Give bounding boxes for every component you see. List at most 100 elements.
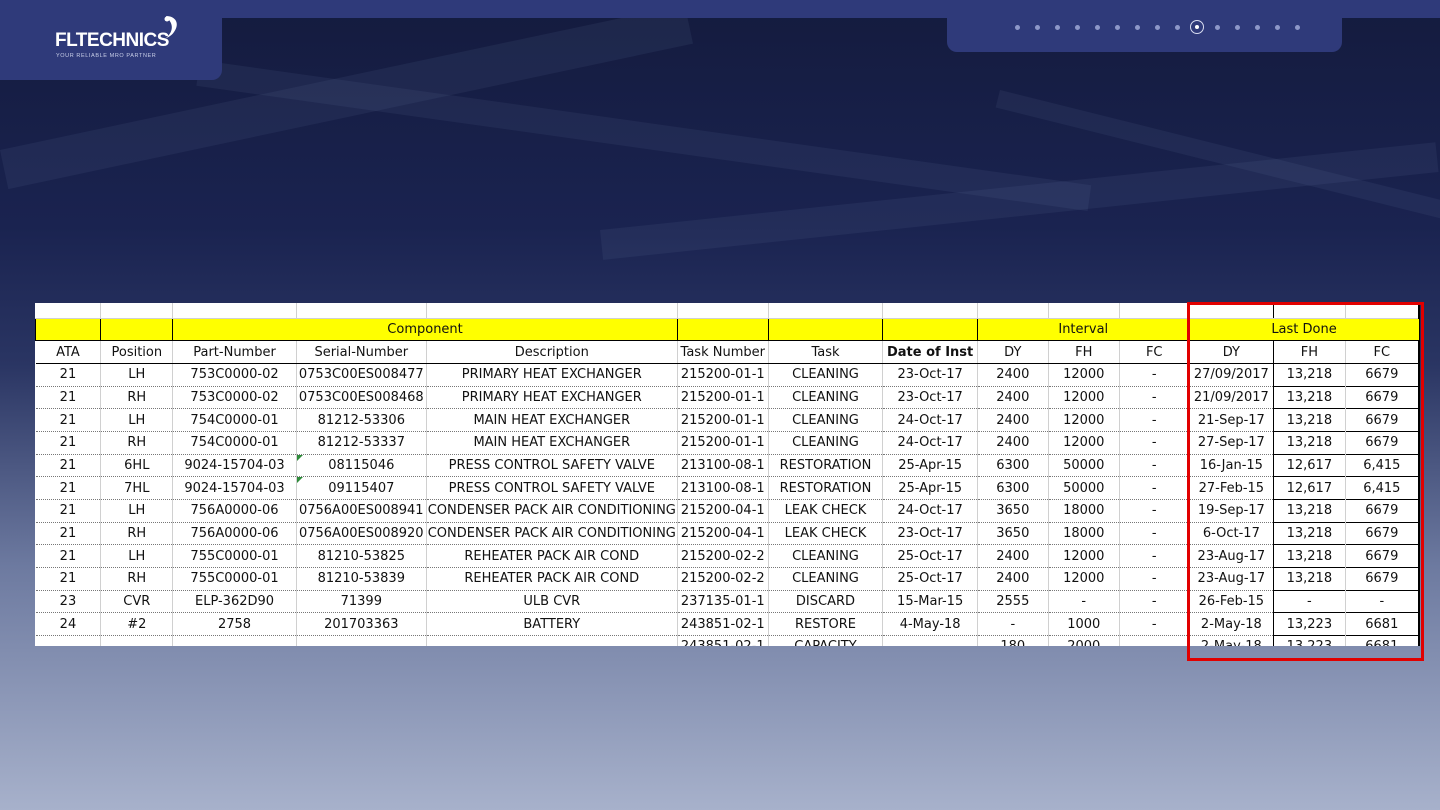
cell-date-of-inst[interactable]: 23-Oct-17 (882, 363, 978, 387)
cell-description[interactable]: ULB CVR (426, 590, 678, 614)
cell-interval-fc[interactable]: - (1119, 499, 1190, 523)
cell-description[interactable]: PRIMARY HEAT EXCHANGER (426, 363, 678, 387)
cell-last-done-dy[interactable]: 27/09/2017 (1188, 363, 1275, 387)
cell-task-number[interactable]: 215200-04-1 (677, 499, 769, 523)
cell-last-done-dy[interactable]: 16-Jan-15 (1188, 454, 1275, 478)
cell-part-number[interactable]: 754C0000-01 (172, 431, 297, 455)
cell-description[interactable]: PRESS CONTROL SAFETY VALVE (426, 454, 678, 478)
cell-serial-number[interactable]: 08115046 (296, 454, 427, 478)
cell-position[interactable]: 7HL (100, 476, 174, 500)
cell-last-done-fc[interactable]: 6679 (1344, 567, 1420, 591)
cell-date-of-inst[interactable]: 25-Oct-17 (882, 567, 978, 591)
cell-part-number[interactable]: 756A0000-06 (172, 522, 297, 546)
cell-position[interactable]: RH (100, 522, 174, 546)
cell-interval-dy[interactable]: 180 (977, 635, 1049, 646)
cell-task[interactable]: CLEANING (768, 363, 884, 387)
cell-last-done-fh[interactable]: 13,218 (1273, 521, 1346, 546)
cell-last-done-fc[interactable]: 6679 (1344, 499, 1420, 523)
cell-interval-dy[interactable]: 2400 (977, 544, 1049, 569)
cell-description[interactable]: REHEATER PACK AIR COND (426, 544, 678, 569)
cell-task[interactable]: LEAK CHECK (768, 499, 884, 523)
cell-interval-fh[interactable]: 12000 (1048, 431, 1120, 455)
cell-last-done-fh[interactable]: 13,218 (1273, 408, 1346, 432)
cell-interval-fh[interactable]: 18000 (1048, 499, 1120, 523)
cell-serial-number[interactable]: 71399 (296, 590, 427, 614)
cell-last-done-dy[interactable]: 2-May-18 (1188, 612, 1275, 637)
slide-dot-9[interactable] (1167, 19, 1187, 35)
cell-interval-dy[interactable]: 3650 (977, 499, 1049, 523)
cell-position[interactable]: #2 (100, 612, 174, 637)
cell-last-done-fh[interactable]: 13,218 (1273, 385, 1346, 410)
cell-date-of-inst[interactable] (882, 635, 978, 646)
cell-interval-fh[interactable]: 18000 (1048, 522, 1120, 546)
cell-task[interactable]: RESTORATION (768, 476, 884, 500)
cell-last-done-fh[interactable]: 12,617 (1273, 453, 1346, 478)
cell-task[interactable]: CLEANING (768, 544, 884, 569)
cell-interval-dy[interactable]: 6300 (977, 476, 1049, 500)
cell-position[interactable]: RH (100, 431, 174, 455)
cell-ata[interactable]: 21 (35, 567, 102, 591)
cell-interval-fh[interactable]: 12000 (1048, 363, 1120, 387)
cell-part-number[interactable]: 9024-15704-03 (172, 476, 297, 500)
cell-last-done-fh[interactable]: 13,218 (1273, 567, 1346, 591)
cell-date-of-inst[interactable]: 25-Apr-15 (882, 454, 978, 478)
cell-ata[interactable]: 21 (35, 499, 102, 523)
slide-dot-12[interactable] (1227, 19, 1247, 35)
cell-serial-number[interactable]: 0756A00ES008941 (296, 499, 427, 523)
cell-interval-fc[interactable]: - (1119, 612, 1190, 637)
cell-task-number[interactable]: 243851-02-1 (677, 635, 769, 646)
cell-description[interactable] (426, 635, 678, 646)
cell-description[interactable]: PRIMARY HEAT EXCHANGER (426, 386, 678, 410)
cell-interval-fh[interactable]: - (1048, 590, 1120, 614)
cell-date-of-inst[interactable]: 24-Oct-17 (882, 408, 978, 432)
cell-task-number[interactable]: 237135-01-1 (677, 590, 769, 614)
cell-task-number[interactable]: 215200-01-1 (677, 363, 769, 387)
cell-part-number[interactable]: 9024-15704-03 (172, 454, 297, 478)
cell-part-number[interactable]: ELP-362D90 (172, 590, 297, 614)
cell-position[interactable] (100, 635, 174, 646)
cell-ata[interactable]: 21 (35, 544, 102, 569)
slide-dot-5[interactable] (1087, 19, 1107, 35)
slide-dot-10[interactable] (1187, 19, 1207, 35)
cell-task[interactable]: RESTORATION (768, 454, 884, 478)
cell-task-number[interactable]: 243851-02-1 (677, 612, 769, 637)
cell-interval-fh[interactable]: 12000 (1048, 567, 1120, 591)
cell-ata[interactable]: 21 (35, 522, 102, 546)
cell-last-done-fc[interactable]: 6681 (1344, 612, 1420, 637)
cell-last-done-dy[interactable]: 23-Aug-17 (1188, 544, 1275, 569)
cell-interval-fc[interactable]: - (1119, 431, 1190, 455)
cell-interval-dy[interactable]: 2400 (977, 567, 1049, 591)
cell-last-done-fh[interactable]: 13,218 (1273, 362, 1346, 387)
cell-interval-dy[interactable]: 2400 (977, 431, 1049, 455)
cell-interval-fh[interactable]: 2000 (1048, 635, 1120, 646)
cell-serial-number[interactable]: 81210-53839 (296, 567, 427, 591)
cell-task[interactable]: DISCARD (768, 590, 884, 614)
cell-last-done-dy[interactable]: 21-Sep-17 (1188, 408, 1275, 432)
cell-last-done-dy[interactable]: 2-May-18 (1188, 635, 1275, 646)
cell-interval-fh[interactable]: 12000 (1048, 408, 1120, 432)
cell-ata[interactable]: 21 (35, 431, 102, 455)
cell-serial-number[interactable]: 81212-53306 (296, 408, 427, 432)
cell-last-done-dy[interactable]: 19-Sep-17 (1188, 499, 1275, 523)
slide-dot-6[interactable] (1107, 19, 1127, 35)
cell-task-number[interactable]: 215200-04-1 (677, 522, 769, 546)
cell-position[interactable]: CVR (100, 590, 174, 614)
cell-task-number[interactable]: 213100-08-1 (677, 476, 769, 500)
cell-interval-fc[interactable]: - (1119, 476, 1190, 500)
cell-description[interactable]: CONDENSER PACK AIR CONDITIONING (426, 499, 678, 523)
cell-part-number[interactable]: 755C0000-01 (172, 567, 297, 591)
cell-task-number[interactable]: 215200-01-1 (677, 386, 769, 410)
cell-description[interactable]: MAIN HEAT EXCHANGER (426, 431, 678, 455)
cell-task-number[interactable]: 215200-02-2 (677, 567, 769, 591)
cell-description[interactable]: BATTERY (426, 612, 678, 637)
cell-last-done-dy[interactable]: 6-Oct-17 (1188, 522, 1275, 546)
cell-serial-number[interactable]: 0756A00ES008920 (296, 522, 427, 546)
cell-interval-dy[interactable]: 2555 (977, 590, 1049, 614)
cell-task-number[interactable]: 215200-01-1 (677, 408, 769, 432)
cell-interval-fh[interactable]: 50000 (1048, 454, 1120, 478)
cell-position[interactable]: LH (100, 544, 174, 569)
cell-serial-number[interactable]: 0753C00ES008468 (296, 386, 427, 410)
cell-part-number[interactable]: 754C0000-01 (172, 408, 297, 432)
slide-dot-4[interactable] (1067, 19, 1087, 35)
cell-part-number[interactable]: 2758 (172, 612, 297, 637)
